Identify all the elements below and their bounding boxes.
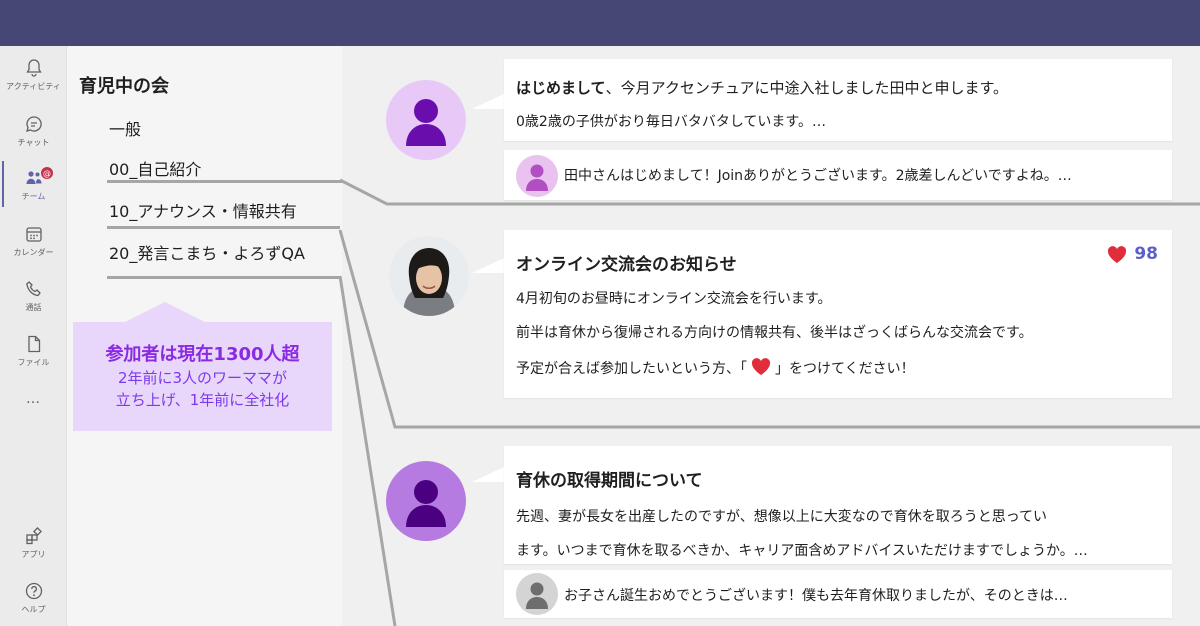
rail-label: カレンダー xyxy=(13,248,54,257)
reply-card[interactable]: 田中さんはじめまして！Joinありがとうございます。2歳差しんどいですよね。… xyxy=(504,150,1172,200)
avatar[interactable] xyxy=(386,80,466,160)
calendar-icon xyxy=(25,227,42,242)
post-text: 」をつけてください！ xyxy=(775,361,915,377)
person-icon xyxy=(406,99,446,146)
channel-general[interactable]: 一般 xyxy=(109,116,141,140)
post-title: オンライン交流会のお知らせ xyxy=(516,255,737,275)
rail-label: アプリ xyxy=(21,550,46,559)
rail-chat[interactable]: チャット xyxy=(0,112,67,164)
post-title: はじめまして xyxy=(516,79,606,97)
reply-card[interactable]: お子さん誕生おめでとうございます！僕も去年育休取りましたが、そのときは… xyxy=(504,570,1172,618)
rail-label: チーム xyxy=(21,192,46,201)
bubble-tail xyxy=(472,466,506,482)
post-card[interactable]: はじめまして、今月アクセンチュアに中途入社しました田中と申します。 0歳2歳の子… xyxy=(504,59,1172,141)
conversation-feed: はじめまして、今月アクセンチュアに中途入社しました田中と申します。 0歳2歳の子… xyxy=(342,46,1200,626)
post-title: 育休の取得期間について xyxy=(516,471,703,491)
post-card[interactable]: 育休の取得期間について 先週、妻が長女を出産したのですが、想像以上に大変なので育… xyxy=(504,446,1172,564)
rail-label: アクティビティ xyxy=(6,82,61,91)
person-icon xyxy=(526,582,548,609)
mention-badge: @ xyxy=(40,166,54,180)
post-body-line: 予定が合えば参加したいという方、「 」をつけてください！ xyxy=(516,356,915,378)
post-body-line: 4月初旬のお昼時にオンライン交流会を行います。 xyxy=(516,291,832,307)
avatar[interactable] xyxy=(386,461,466,541)
app-rail: アクティビティ チャット @ チーム カレンダー 通話 ファイル … アプリ ヘ… xyxy=(0,46,67,626)
rail-calls[interactable]: 通話 xyxy=(0,277,67,329)
phone-icon xyxy=(25,281,41,297)
post-text: 予定が合えば参加したいという方、「 xyxy=(516,361,747,377)
bubble-tail xyxy=(472,93,506,109)
rail-label: ファイル xyxy=(17,358,50,367)
divider xyxy=(107,180,342,183)
chat-icon xyxy=(25,116,42,132)
post-body-line: 先週、妻が長女を出産したのですが、想像以上に大変なので育休を取ろうと思ってい xyxy=(516,509,1048,525)
post-body-line: ます。いつまで育休を取るべきか、キャリア面含めアドバイスいただけますでしょうか。… xyxy=(516,543,1088,559)
channel-qa[interactable]: 20_発言こまち・よろずQA xyxy=(109,240,305,264)
post-body-line: 前半は育休から復帰される方向けの情報共有、後半はざっくばらんな交流会です。 xyxy=(516,325,1033,341)
rail-help[interactable]: ヘルプ xyxy=(0,579,67,626)
apps-icon xyxy=(25,527,42,545)
rail-label: チャット xyxy=(17,138,50,147)
bubble-tail xyxy=(472,257,506,273)
woman-portrait-icon xyxy=(389,236,469,316)
channel-announcements[interactable]: 10_アナウンス・情報共有 xyxy=(109,198,297,222)
rail-teams[interactable]: @ チーム xyxy=(0,166,67,218)
callout-line: 2年前に3人のワーママが xyxy=(117,369,288,387)
heart-icon xyxy=(751,358,771,375)
like-count: 98 xyxy=(1134,244,1158,264)
help-icon xyxy=(25,582,42,600)
post-card[interactable]: オンライン交流会のお知らせ 98 4月初旬のお昼時にオンライン交流会を行います。… xyxy=(504,230,1172,398)
rail-label: 通話 xyxy=(25,303,42,312)
team-name[interactable]: 育児中の会 xyxy=(79,72,169,98)
rail-calendar[interactable]: カレンダー xyxy=(0,222,67,274)
avatar xyxy=(516,573,558,615)
like-count-button[interactable]: 98 xyxy=(1106,244,1158,264)
channel-self-intro[interactable]: 00_自己紹介 xyxy=(109,156,201,180)
post-body-line: 0歳2歳の子供がおり毎日バタバタしています。… xyxy=(516,114,826,130)
heart-icon xyxy=(1108,246,1127,263)
rail-label: ヘルプ xyxy=(21,605,46,614)
reply-text: お子さん誕生おめでとうございます！僕も去年育休取りましたが、そのときは… xyxy=(564,588,1068,604)
avatar xyxy=(516,155,558,197)
callout-line: 立ち上げ、1年前に全社化 xyxy=(115,391,290,409)
post-first-line: はじめまして、今月アクセンチュアに中途入社しました田中と申します。 xyxy=(516,77,1008,98)
post-title-rest: 、今月アクセンチュアに中途入社しました田中と申します。 xyxy=(605,79,1009,97)
reply-text: 田中さんはじめまして！Joinありがとうございます。2歳差しんどいですよね。… xyxy=(564,168,1072,184)
person-icon xyxy=(526,164,548,191)
person-icon xyxy=(406,480,446,527)
divider xyxy=(107,226,340,229)
rail-activity[interactable]: アクティビティ xyxy=(0,56,67,108)
avatar-photo[interactable] xyxy=(389,236,469,316)
more-apps-button[interactable]: … xyxy=(0,391,67,407)
file-icon xyxy=(27,335,40,353)
callout-headline: 参加者は現在1300人超 xyxy=(105,344,300,365)
rail-files[interactable]: ファイル xyxy=(0,332,67,384)
divider xyxy=(107,276,340,279)
bell-icon xyxy=(25,59,42,77)
title-bar xyxy=(0,0,1200,46)
member-count-callout: 参加者は現在1300人超 2年前に3人のワーママが 立ち上げ、1年前に全社化 xyxy=(73,302,332,431)
rail-apps[interactable]: アプリ xyxy=(0,524,67,576)
